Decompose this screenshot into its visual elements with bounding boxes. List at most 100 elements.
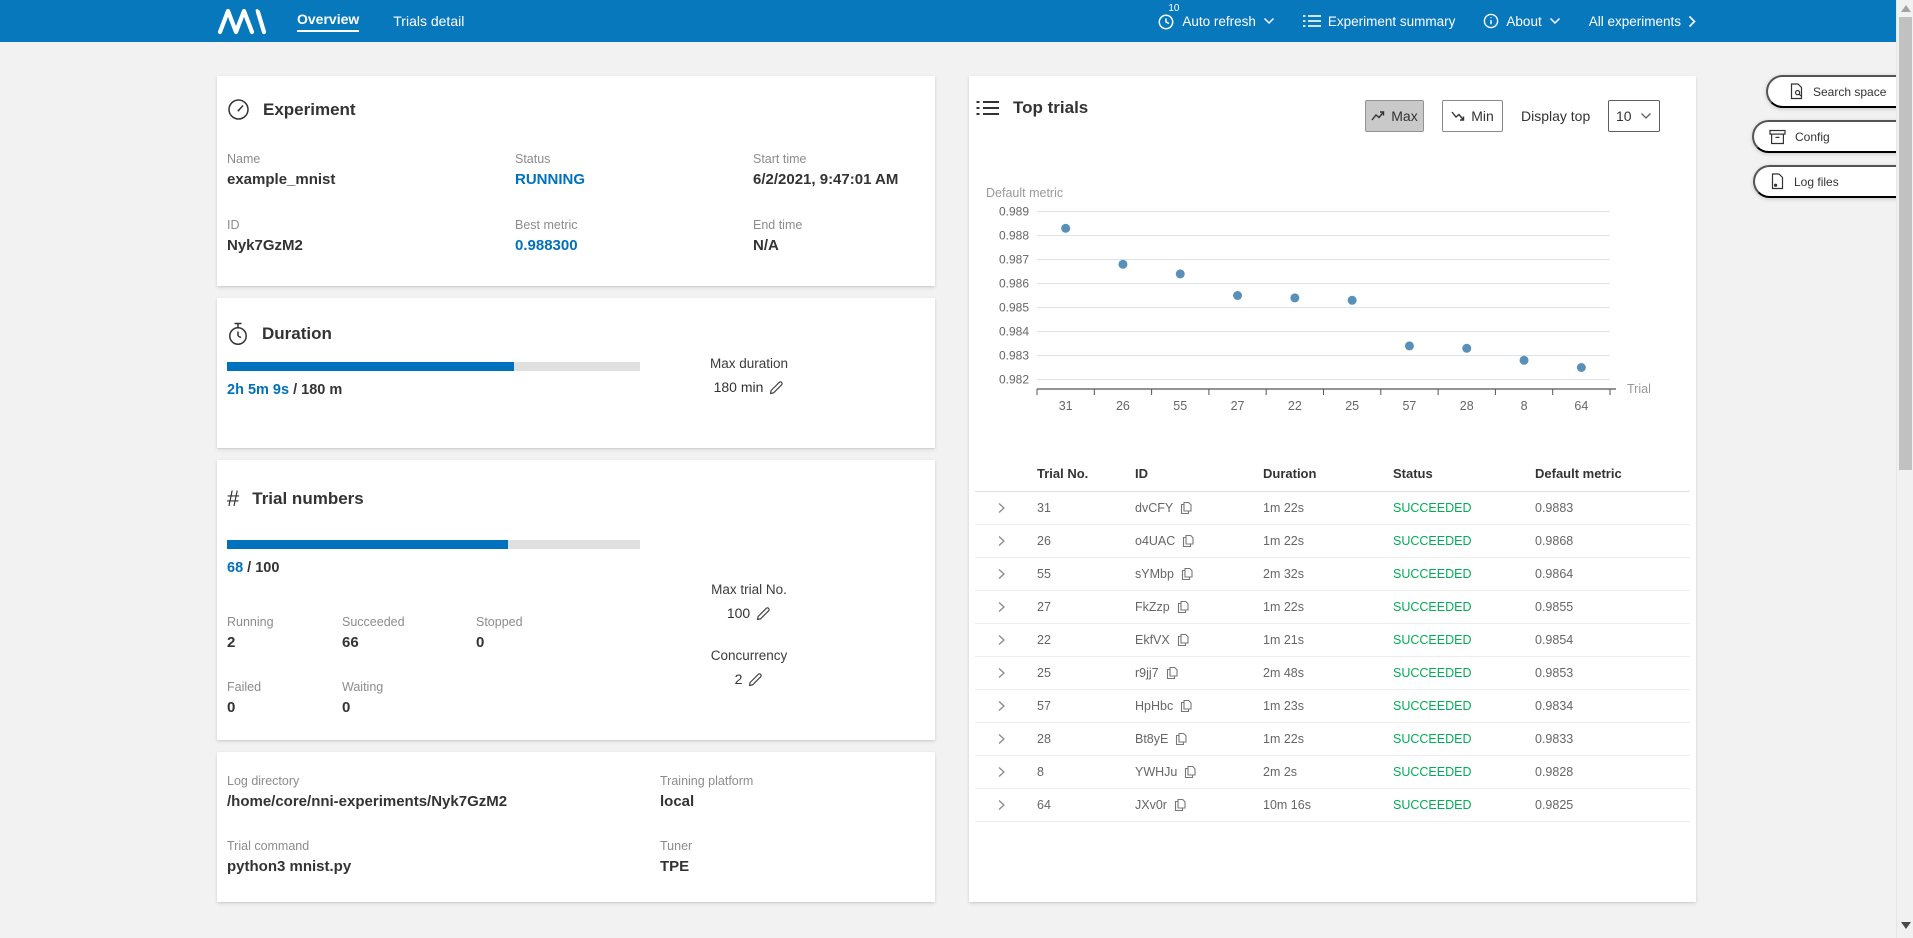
edit-pencil-icon[interactable] [769,380,784,395]
config-button[interactable]: Config [1752,120,1913,153]
table-row[interactable]: 64JXv0r10m 16sSUCCEEDED0.9825 [975,789,1690,822]
table-row[interactable]: 22EkfVX1m 21sSUCCEEDED0.9854 [975,624,1690,657]
log-files-button[interactable]: Log files [1753,165,1913,198]
copy-icon[interactable] [1166,666,1178,680]
table-row[interactable]: 26o4UAC1m 22sSUCCEEDED0.9868 [975,525,1690,558]
stat-waiting: Waiting 0 [342,680,383,716]
all-experiments-link[interactable]: All experiments [1589,14,1696,29]
copy-icon[interactable] [1181,567,1193,581]
chart-point[interactable] [1118,260,1127,269]
top-navigation-bar: Overview Trials detail 10 Auto refresh E… [0,0,1913,42]
chevron-down-icon [1263,17,1275,25]
expand-chevron-icon[interactable] [997,501,1006,515]
chart-point[interactable] [1348,296,1357,305]
top-trials-table: Trial No. ID Duration Status Default met… [969,456,1696,822]
cell-trial-no: 64 [1037,798,1135,812]
display-top-dropdown[interactable]: 10 [1608,100,1660,132]
expand-chevron-icon[interactable] [997,534,1006,548]
chart-point[interactable] [1577,363,1586,372]
auto-refresh-control[interactable]: 10 Auto refresh [1157,12,1275,30]
duration-panel-title: Duration [227,322,332,346]
col-id: ID [1135,466,1263,481]
table-row[interactable]: 57HpHbc1m 23sSUCCEEDED0.9834 [975,690,1690,723]
cell-default-metric: 0.9864 [1535,567,1690,581]
experiment-summary-label: Experiment summary [1328,14,1456,29]
y-tick-label: 0.989 [999,205,1029,219]
cell-id: HpHbc [1135,699,1263,713]
cell-trial-no: 55 [1037,567,1135,581]
table-row[interactable]: 31dvCFY1m 22sSUCCEEDED0.9883 [975,492,1690,525]
table-row[interactable]: 25r9jj72m 48sSUCCEEDED0.9853 [975,657,1690,690]
copy-icon[interactable] [1177,600,1189,614]
expand-chevron-icon[interactable] [997,765,1006,779]
copy-icon[interactable] [1177,633,1189,647]
expand-chevron-icon[interactable] [997,732,1006,746]
top-trials-panel: Top trials Max Min Display top 10 Defaul… [969,76,1696,902]
y-tick-label: 0.984 [999,325,1029,339]
stat-running: Running 2 [227,615,274,651]
chart-point[interactable] [1233,291,1242,300]
table-row[interactable]: 28Bt8yE1m 22sSUCCEEDED0.9833 [975,723,1690,756]
y-tick-label: 0.988 [999,229,1029,243]
expand-chevron-icon[interactable] [997,699,1006,713]
table-row[interactable]: 55sYMbp2m 32sSUCCEEDED0.9864 [975,558,1690,591]
chart-point[interactable] [1061,224,1070,233]
table-row[interactable]: 8YWHJu2m 2sSUCCEEDED0.9828 [975,756,1690,789]
chart-point[interactable] [1176,269,1185,278]
col-status: Status [1393,466,1535,481]
copy-icon[interactable] [1182,534,1194,548]
expand-chevron-icon[interactable] [997,567,1006,581]
copy-icon[interactable] [1174,798,1186,812]
x-tick-label: 8 [1521,399,1528,413]
y-tick-label: 0.986 [999,277,1029,291]
nav-tab-trials-detail[interactable]: Trials detail [393,13,464,29]
copy-icon[interactable] [1180,699,1192,713]
cell-id: JXv0r [1135,798,1263,812]
minimize-metric-button[interactable]: Min [1442,100,1503,132]
edit-pencil-icon[interactable] [756,606,771,621]
clock-icon [1157,12,1175,30]
scrollbar-up-arrow-icon[interactable] [1901,5,1911,12]
duration-progress-bar [227,362,640,371]
cell-duration: 10m 16s [1263,798,1393,812]
cell-default-metric: 0.9855 [1535,600,1690,614]
edit-pencil-icon[interactable] [748,672,763,687]
about-menu[interactable]: About [1483,13,1560,29]
trial-numbers-panel: # Trial numbers 68 / 100 Running 2 Succe… [217,460,935,740]
copy-icon[interactable] [1184,765,1196,779]
chevron-down-icon [1640,112,1652,120]
chart-point[interactable] [1405,341,1414,350]
chart-point[interactable] [1462,344,1471,353]
copy-icon[interactable] [1180,501,1192,515]
field-end-time: End time N/A [753,218,802,254]
cell-default-metric: 0.9825 [1535,798,1690,812]
page-scrollbar[interactable] [1896,0,1913,938]
cell-id: dvCFY [1135,501,1263,515]
cell-id: o4UAC [1135,534,1263,548]
bulleted-list-icon [976,99,1000,117]
all-experiments-label: All experiments [1589,14,1681,29]
chart-point[interactable] [1290,293,1299,302]
field-tuner: Tuner TPE [660,839,692,875]
nav-tab-overview[interactable]: Overview [297,11,359,32]
chevron-right-icon [1688,15,1696,28]
expand-chevron-icon[interactable] [997,600,1006,614]
search-space-icon [1789,83,1804,100]
cell-duration: 1m 22s [1263,600,1393,614]
scrollbar-down-arrow-icon[interactable] [1901,922,1911,929]
cell-duration: 2m 2s [1263,765,1393,779]
cell-status: SUCCEEDED [1393,501,1535,515]
search-space-button[interactable]: Search space [1766,75,1913,108]
nni-logo-icon[interactable] [217,7,267,40]
scrollbar-thumb[interactable] [1899,17,1912,470]
x-tick-label: 25 [1345,399,1359,413]
table-row[interactable]: 27FkZzp1m 22sSUCCEEDED0.9855 [975,591,1690,624]
x-tick-label: 27 [1231,399,1245,413]
expand-chevron-icon[interactable] [997,666,1006,680]
experiment-summary-button[interactable]: Experiment summary [1303,14,1456,29]
expand-chevron-icon[interactable] [997,633,1006,647]
maximize-metric-button[interactable]: Max [1365,100,1424,132]
chart-point[interactable] [1520,356,1529,365]
copy-icon[interactable] [1175,732,1187,746]
expand-chevron-icon[interactable] [997,798,1006,812]
